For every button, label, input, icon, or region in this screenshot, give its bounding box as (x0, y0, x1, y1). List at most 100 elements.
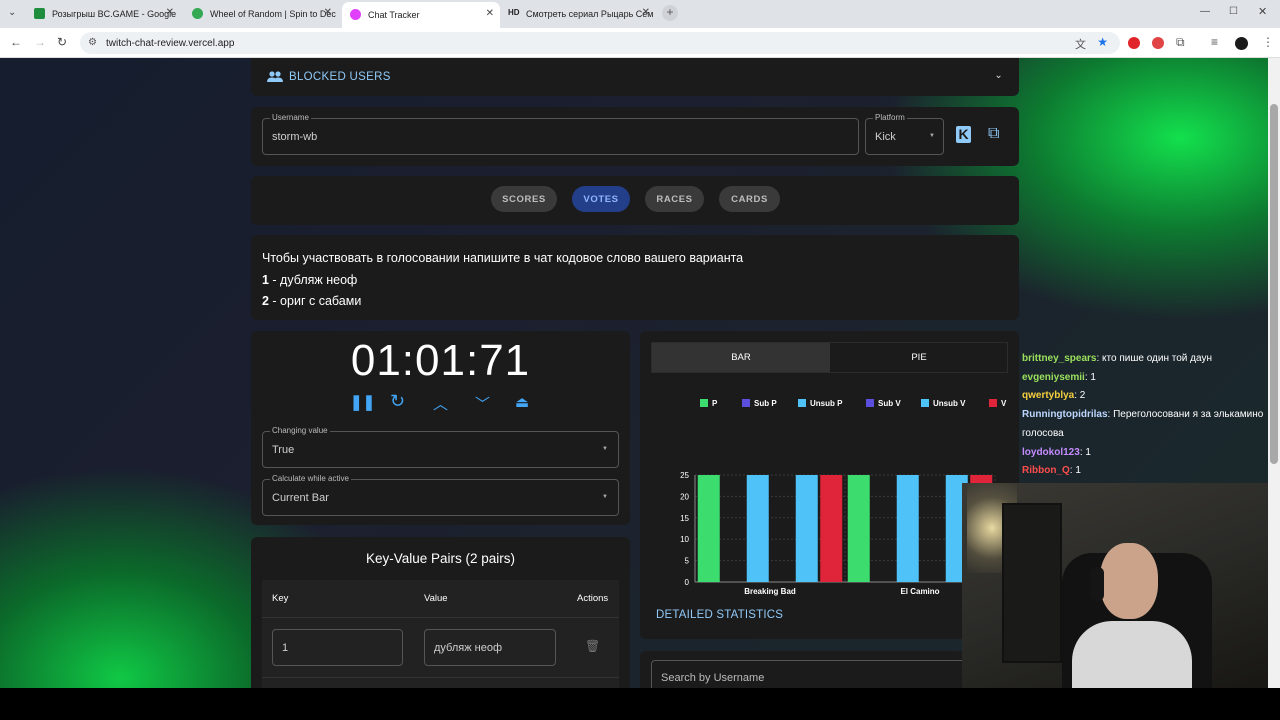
chat-message: evgeniysemii: 1 (1022, 369, 1268, 388)
bar (847, 475, 870, 582)
hd-icon: HD (508, 8, 520, 17)
extensions-puzzle-icon[interactable]: ⧉ (1176, 35, 1185, 50)
close-icon[interactable]: ✕ (324, 7, 332, 18)
vote-option: 1 - дубляж неоф (262, 270, 1008, 292)
legend-swatch (866, 399, 874, 407)
platform-select[interactable]: Platform Kick ▼ (865, 113, 944, 155)
tab-wheel[interactable]: Wheel of Random | Spin to Dec ✕ (184, 4, 338, 24)
legend-swatch (798, 399, 806, 407)
chat-message: Ribbon_Q: 1 (1022, 462, 1268, 481)
tab-bar[interactable]: BAR (652, 343, 830, 372)
site-info-icon[interactable]: ⚙ (88, 37, 97, 48)
legend-swatch (921, 399, 929, 407)
tab-chat-tracker[interactable]: Chat Tracker ✕ (342, 2, 500, 28)
headphones (1090, 567, 1104, 601)
reset-icon[interactable]: ↻ (390, 391, 405, 412)
browser-menu-icon[interactable]: ⋮ (1262, 35, 1274, 49)
reading-list-icon[interactable]: ≡ (1211, 35, 1218, 49)
translate-icon[interactable]: 文 (1075, 36, 1086, 52)
url-text: twitch-chat-review.vercel.app (106, 37, 235, 49)
vote-instructions: Чтобы участвовать в голосовании напишите… (251, 235, 1019, 320)
y-tick-label: 5 (685, 557, 690, 566)
close-icon[interactable]: ✕ (642, 7, 650, 18)
platform-label: Platform (873, 113, 907, 122)
tab-search-icon[interactable]: ⌄ (8, 7, 16, 18)
kick-logo-icon[interactable]: K (956, 126, 971, 143)
mode-selector: SCORES VOTES RACES CARDS (251, 176, 1019, 225)
chat-message: qwertyblya: 2 (1022, 387, 1268, 406)
copy-icon[interactable]: ⧉ (988, 125, 999, 143)
blocked-users-label: BLOCKED USERS (289, 71, 391, 83)
chat-text: : 1 (1069, 465, 1081, 477)
detailed-statistics-button[interactable]: DETAILED STATISTICS (656, 609, 783, 621)
scrollbar-thumb[interactable] (1270, 104, 1278, 464)
chat-message: brittney_spears: кто пише один той даун (1022, 350, 1268, 369)
wheel-icon (192, 8, 203, 19)
kv-title: Key-Value Pairs (2 pairs) (365, 551, 516, 566)
chat-username[interactable]: qwertyblya (1022, 390, 1074, 401)
browser-tab-strip: ⌄ Розыгрыш BC.GAME - Google ✕ Wheel of R… (0, 0, 1280, 28)
forward-icon[interactable]: → (34, 35, 46, 49)
delete-icon[interactable]: 🗑 (585, 639, 600, 653)
chevron-up-icon[interactable]: ︿ (433, 393, 448, 414)
taskbar (0, 688, 1280, 720)
chevron-down-icon[interactable]: ﹀ (475, 393, 490, 414)
opera-extension-icon[interactable] (1128, 37, 1140, 49)
chat-message: Runningtopidrilas: Переголосовани я за э… (1022, 406, 1268, 443)
bookmark-star-icon[interactable]: ★ (1097, 35, 1108, 49)
jump-up-icon[interactable]: ⏏ (515, 393, 529, 411)
kv-key-input[interactable]: 1 (272, 629, 403, 666)
timer-card: 01:01:71 ❚❚ ↻ ︿ ﹀ ⏏ Changing value True … (251, 331, 630, 525)
close-icon[interactable]: ✕ (166, 7, 174, 18)
reload-icon[interactable]: ↻ (57, 35, 67, 49)
key-value-card: Key-Value Pairs (2 pairs) Key Value Acti… (251, 537, 630, 688)
option-key: 2 (262, 294, 269, 308)
calculate-select[interactable]: Calculate while active Current Bar ▼ (262, 474, 619, 516)
legend-label: P (712, 399, 718, 408)
tab-cards[interactable]: CARDS (719, 186, 780, 212)
tab-races[interactable]: RACES (645, 186, 704, 212)
kv-table: Key Value Actions 1 дубляж неоф 🗑 (262, 580, 619, 688)
timer-display: 01:01:71 (350, 336, 531, 385)
tab-scores[interactable]: SCORES (491, 186, 557, 212)
legend-label: Unsub V (933, 399, 966, 408)
legend-label: Sub P (754, 399, 777, 408)
tab-bcgame[interactable]: Розыгрыш BC.GAME - Google ✕ (26, 4, 180, 24)
adblock-extension-icon[interactable] (1152, 37, 1164, 49)
close-window-icon[interactable]: ✕ (1258, 5, 1267, 18)
y-tick-label: 25 (680, 471, 689, 480)
back-icon[interactable]: ← (10, 35, 22, 49)
new-tab-button[interactable]: + (662, 5, 678, 21)
y-tick-label: 15 (680, 514, 689, 523)
address-bar[interactable]: ⚙ twitch-chat-review.vercel.app 文 ★ (80, 32, 1120, 54)
chat-username[interactable]: Runningtopidrilas (1022, 409, 1108, 420)
tab-series[interactable]: HD Смотреть сериал Рыцарь Сем ✕ (502, 4, 656, 24)
username-field[interactable]: Username storm-wb (262, 113, 859, 155)
calculate-label: Calculate while active (270, 474, 351, 483)
chat-text: : кто пише один той даун (1096, 353, 1212, 364)
chat-username[interactable]: loydokol123 (1022, 447, 1080, 458)
chevron-down-icon[interactable]: ⌄ (994, 70, 1003, 81)
changing-value-select[interactable]: Changing value True ▼ (262, 426, 619, 468)
pause-icon[interactable]: ❚❚ (350, 393, 375, 411)
chat-username[interactable]: brittney_spears (1022, 353, 1096, 364)
bar (896, 475, 919, 582)
profile-avatar[interactable] (1235, 37, 1248, 50)
chat-text: : 1 (1079, 446, 1091, 458)
maximize-icon[interactable]: ☐ (1229, 6, 1238, 17)
minimize-icon[interactable]: — (1200, 6, 1210, 17)
page-scrollbar[interactable] (1268, 58, 1280, 688)
blocked-users-panel[interactable]: BLOCKED USERS ⌄ (251, 58, 1019, 96)
calculate-value: Current Bar (272, 492, 329, 504)
search-input[interactable]: Search by Username (651, 660, 1008, 688)
chat-username[interactable]: Ribbon_Q (1022, 465, 1070, 476)
shelf (1002, 503, 1062, 663)
bar (820, 475, 843, 582)
close-icon[interactable]: ✕ (486, 8, 494, 19)
chat-username[interactable]: evgeniysemii (1022, 372, 1085, 383)
kv-value-input[interactable]: дубляж неоф (424, 629, 556, 666)
tab-votes[interactable]: VOTES (572, 186, 630, 212)
webcam-overlay (962, 483, 1268, 720)
tab-pie[interactable]: PIE (830, 343, 1008, 372)
bar (697, 475, 720, 582)
